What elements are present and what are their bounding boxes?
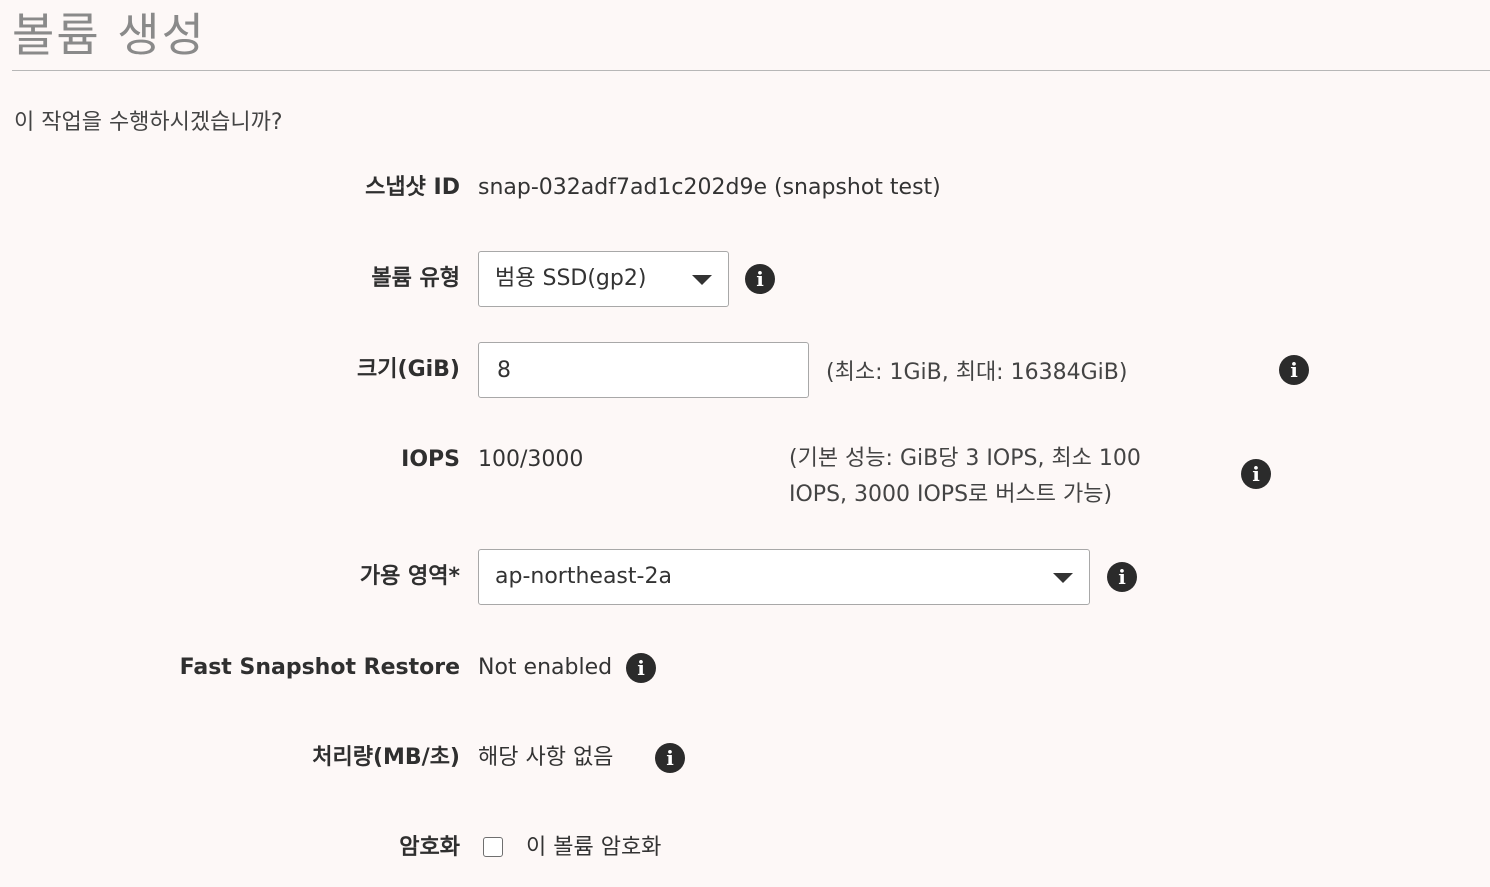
snapshot-id-label: 스냅샷 ID [365, 175, 460, 200]
volume-type-selected-value: 범용 SSD(gp2) [495, 266, 647, 291]
fast-snapshot-restore-row: Fast Snapshot Restore Not enabled i [0, 638, 1490, 698]
size-row: 크기(GiB) (최소: 1GiB, 최대: 16384GiB) i [0, 340, 1490, 400]
iops-label: IOPS [401, 447, 460, 472]
throughput-label: 처리량(MB/초) [312, 745, 460, 770]
iops-value: 100/3000 [478, 447, 584, 472]
info-icon[interactable]: i [1279, 355, 1309, 385]
fast-snapshot-restore-value: Not enabled [478, 655, 613, 680]
availability-zone-label: 가용 영역* [359, 564, 460, 589]
throughput-row: 처리량(MB/초) 해당 사항 없음 i [0, 728, 1490, 788]
volume-type-row: 볼륨 유형 범용 SSD(gp2) i [0, 249, 1490, 309]
info-icon[interactable]: i [1241, 459, 1271, 489]
throughput-value: 해당 사항 없음 [478, 745, 614, 770]
iops-hint-line-2: IOPS, 3000 IOPS로 버스트 가능) [789, 482, 1113, 507]
size-input[interactable] [478, 342, 809, 398]
info-icon[interactable]: i [655, 743, 685, 773]
snapshot-id-value: snap-032adf7ad1c202d9e (snapshot test) [478, 175, 941, 200]
size-range-hint: (최소: 1GiB, 최대: 16384GiB) [826, 360, 1128, 385]
info-icon[interactable]: i [745, 264, 775, 294]
volume-type-label: 볼륨 유형 [371, 266, 460, 291]
availability-zone-select[interactable]: ap-northeast-2a [478, 549, 1090, 605]
iops-hint-line-1: (기본 성능: GiB당 3 IOPS, 최소 100 [789, 446, 1141, 471]
size-label: 크기(GiB) [357, 357, 460, 382]
iops-row: IOPS 100/3000 (기본 성능: GiB당 3 IOPS, 최소 10… [0, 430, 1490, 520]
title-divider [12, 70, 1490, 71]
encryption-row: 암호화 이 볼륨 암호화 [0, 818, 1490, 878]
snapshot-id-row: 스냅샷 ID snap-032adf7ad1c202d9e (snapshot … [0, 158, 1490, 218]
info-icon[interactable]: i [1107, 562, 1137, 592]
fast-snapshot-restore-label: Fast Snapshot Restore [179, 655, 460, 680]
encryption-label: 암호화 [399, 835, 460, 860]
encrypt-volume-checkbox-label[interactable]: 이 볼륨 암호화 [526, 818, 661, 878]
chevron-down-icon [692, 275, 712, 285]
volume-type-select[interactable]: 범용 SSD(gp2) [478, 251, 729, 307]
page-title: 볼륨 생성 [12, 8, 206, 62]
info-icon[interactable]: i [626, 653, 656, 683]
encrypt-volume-checkbox[interactable] [483, 837, 503, 857]
confirmation-question: 이 작업을 수행하시겠습니까? [14, 110, 283, 135]
availability-zone-selected-value: ap-northeast-2a [495, 564, 672, 589]
availability-zone-row: 가용 영역* ap-northeast-2a i [0, 547, 1490, 607]
chevron-down-icon [1053, 573, 1073, 583]
